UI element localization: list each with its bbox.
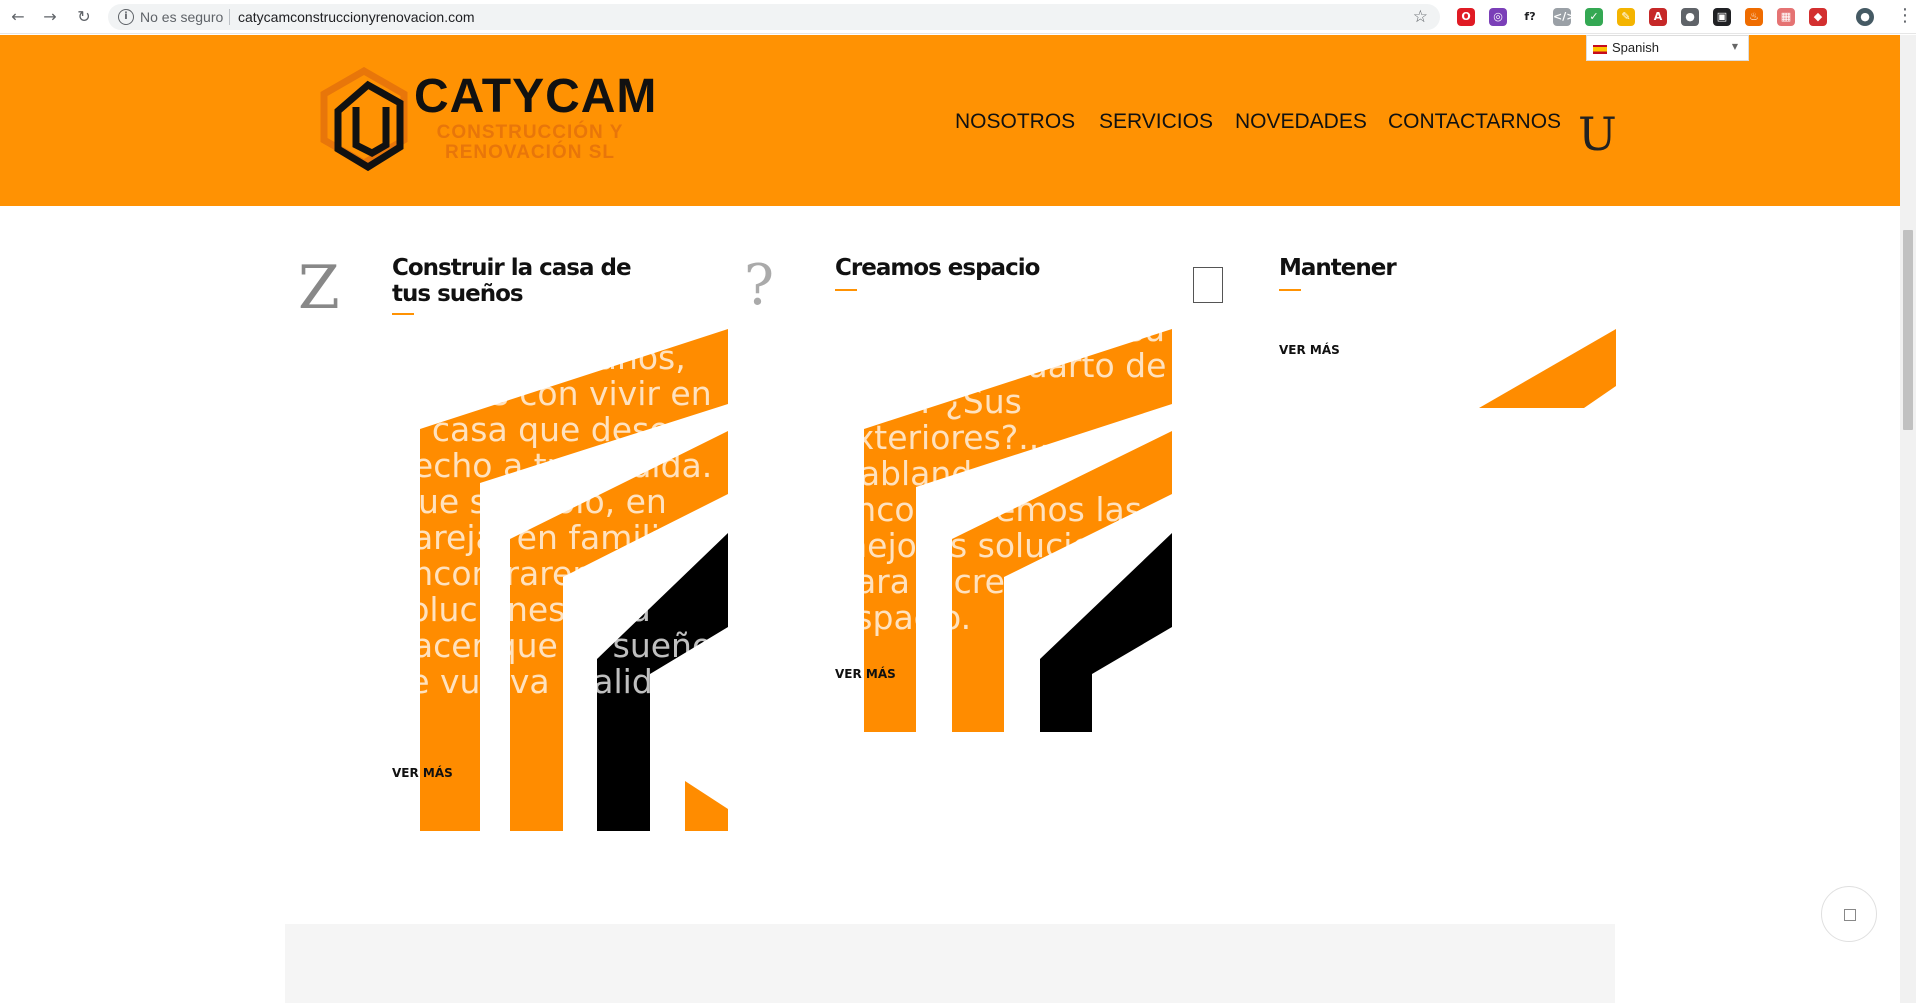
logo-name[interactable]: CATYCAM	[414, 69, 657, 124]
address-divider	[229, 9, 230, 25]
address-bar[interactable]: i No es seguro catycamconstruccionyrenov…	[108, 4, 1440, 30]
scrollbar-thumb[interactable]	[1903, 230, 1913, 430]
url-text[interactable]: catycamconstruccionyrenovacion.com	[238, 9, 475, 25]
reload-icon[interactable]: ↻	[74, 7, 94, 27]
scrollbar-track[interactable]	[1900, 35, 1916, 1003]
browser-menu-icon[interactable]: ⋮	[1896, 6, 1914, 26]
font-icon[interactable]: f?	[1521, 8, 1539, 26]
site-header: CATYCAM CONSTRUCCIÓN Y RENOVACIÓN SL NOS…	[0, 35, 1900, 206]
language-value: Spanish	[1612, 40, 1659, 55]
service-icon-z: Z	[298, 253, 340, 323]
nav-servicios[interactable]: SERVICIOS	[1099, 110, 1213, 134]
fire-icon[interactable]: ♨	[1745, 8, 1763, 26]
ver-mas-link-1[interactable]: VER MÁS	[392, 766, 453, 780]
opera-icon[interactable]: O	[1457, 8, 1475, 26]
browser-toolbar: ← → ↻ i No es seguro catycamconstruccion…	[0, 0, 1916, 34]
logo-hexagon-icon[interactable]	[316, 67, 412, 175]
menu-icon[interactable]: U	[1578, 107, 1617, 161]
security-label: No es seguro	[140, 9, 224, 25]
next-section-band	[285, 924, 1615, 1003]
avatar-icon[interactable]: ●	[1856, 8, 1874, 26]
logo-subtitle: CONSTRUCCIÓN Y RENOVACIÓN SL	[430, 123, 630, 163]
service-graphic-3	[1479, 329, 1616, 408]
service-description-2: ¿Quiere reformar su casa? ¿Su cuarto de …	[835, 310, 1167, 637]
service-underline-2	[835, 289, 857, 291]
cast-icon[interactable]: ▣	[1713, 8, 1731, 26]
logo-subtitle-line2: RENOVACIÓN SL	[445, 142, 615, 163]
ver-mas-link-2[interactable]: VER MÁS	[835, 667, 896, 681]
info-icon[interactable]: i	[118, 9, 134, 25]
service-underline-3	[1279, 289, 1301, 291]
image-icon[interactable]: ▦	[1777, 8, 1795, 26]
forward-icon[interactable]: →	[40, 7, 60, 27]
nav-contactarnos[interactable]: CONTACTARNOS	[1388, 110, 1561, 134]
bookmark-star-icon[interactable]: ☆	[1413, 7, 1428, 27]
edit-icon[interactable]: ✎	[1617, 8, 1635, 26]
service-title-2[interactable]: Creamos espacio	[835, 255, 1105, 281]
service-title-3[interactable]: Mantener	[1279, 255, 1549, 281]
ver-mas-link-3[interactable]: VER MÁS	[1279, 343, 1340, 357]
check-icon[interactable]: ✓	[1585, 8, 1603, 26]
service-icon-question: ?	[744, 253, 775, 318]
nav-novedades[interactable]: NOVEDADES	[1235, 110, 1367, 134]
pdf-icon[interactable]: A	[1649, 8, 1667, 26]
service-icon-box	[1193, 267, 1223, 303]
chat-icon	[1844, 909, 1856, 921]
chat-button[interactable]	[1821, 886, 1877, 942]
code-icon[interactable]: </>	[1553, 8, 1575, 26]
chevron-down-icon: ▼	[1731, 42, 1738, 51]
language-select[interactable]: Spanish ▼	[1586, 35, 1749, 61]
service-description-1: Desde hace años, sueñas con vivir en la …	[392, 338, 714, 701]
spain-flag-icon	[1593, 45, 1607, 54]
back-icon[interactable]: ←	[8, 7, 28, 27]
people-icon[interactable]: ●	[1681, 8, 1699, 26]
service-title-1[interactable]: Construir la casa de tus sueños	[392, 255, 662, 307]
nav-nosotros[interactable]: NOSOTROS	[955, 110, 1075, 134]
logo-subtitle-line1: CONSTRUCCIÓN Y	[436, 122, 624, 143]
instagram-icon[interactable]: ◎	[1489, 8, 1507, 26]
service-underline-1	[392, 313, 414, 315]
shield-icon[interactable]: ◆	[1809, 8, 1827, 26]
